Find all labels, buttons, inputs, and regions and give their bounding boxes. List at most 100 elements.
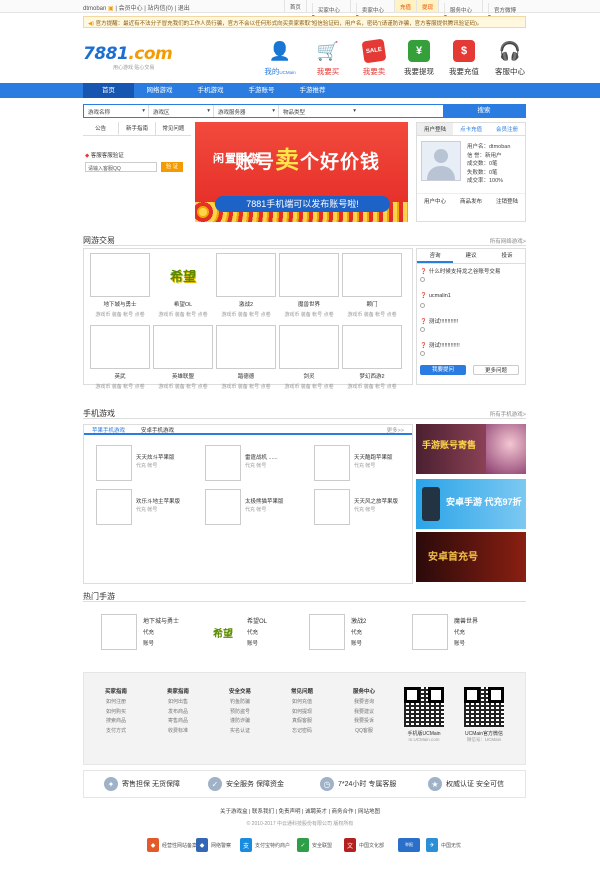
promo-banner[interactable]: 闲置手游账号卖个好价钱 7881手机端可以发布账号啦! — [195, 122, 408, 222]
tab-register[interactable]: 会员注册 — [489, 123, 525, 135]
mobile-games-more[interactable]: 所有手机游戏> — [490, 410, 526, 418]
tab-beginner-guide[interactable]: 新手指南 — [119, 122, 156, 135]
hot-game-item[interactable]: 希望 希望OL 代充 账号 — [205, 614, 310, 658]
cert-item[interactable]: 支支付宝特约商户 — [240, 838, 290, 852]
game-item[interactable]: 颗门 游戏币 装备 帐号 点卷 — [342, 253, 402, 318]
game-item[interactable]: 剑灵 游戏币 装备 帐号 点卷 — [279, 325, 339, 390]
tab-user-login[interactable]: 用户登陆 — [417, 123, 453, 135]
footer-link-sitemap[interactable]: 网站地图 — [358, 809, 380, 815]
game-account[interactable]: 账号 — [351, 639, 362, 647]
game-recharge[interactable]: 代充 — [143, 628, 154, 636]
ask-question-button[interactable]: 我要提问 — [420, 365, 466, 375]
tab-faq[interactable]: 常见问题 — [156, 122, 191, 135]
tab-card-recharge[interactable]: 点卡充值 — [453, 123, 489, 135]
site-logo[interactable]: 7881.com — [83, 44, 173, 64]
footer-link-contact[interactable]: 联系我们 — [252, 809, 274, 815]
qq-input[interactable]: 请输入客服QQ — [85, 162, 157, 172]
footer-link[interactable]: 我要建议 — [340, 708, 388, 718]
game-item[interactable]: 魔兽世界 游戏币 装备 帐号 点卷 — [279, 253, 339, 318]
cert-item[interactable]: ✓ 安全联盟 — [297, 838, 332, 852]
footer-link[interactable]: 搜索商品 — [92, 717, 140, 727]
top-recharge[interactable]: 充值 — [393, 0, 416, 12]
online-games-more[interactable]: 所有网络游戏> — [490, 237, 526, 245]
hot-game-item[interactable]: 激战2 代充 账号 — [309, 614, 414, 658]
avatar[interactable] — [421, 141, 461, 181]
game-account[interactable]: 账号 — [454, 639, 465, 647]
mobile-game-item[interactable]: 雷霆战机 ...... 代充 帐号 — [205, 445, 310, 485]
main-nav-online-games[interactable]: 网络游戏 — [134, 83, 185, 98]
search-button[interactable]: 搜索 — [443, 105, 525, 117]
top-seller-center[interactable]: 卖家中心 ▾ — [349, 0, 394, 20]
top-service-center[interactable]: 服务中心 ▾ — [437, 0, 482, 20]
footer-link-business[interactable]: 商务合作 — [332, 809, 354, 815]
link-logout[interactable]: 退出 — [178, 6, 190, 12]
footer-link[interactable]: 如何提现 — [278, 708, 326, 718]
nav-my-account[interactable]: 👤 我的UCMain — [258, 40, 302, 77]
mobile-game-item[interactable]: 天天炫斗苹果版 代充 帐号 — [96, 445, 201, 485]
nav-withdraw[interactable]: ¥ 我要提现 — [397, 40, 441, 77]
main-nav-mobile-accounts[interactable]: 手游账号 — [236, 83, 287, 98]
select-game-name[interactable]: 游戏名称 ▾ — [84, 105, 149, 117]
game-item[interactable]: 梦幻西游2 游戏币 装备 帐号 点卷 — [342, 325, 402, 390]
mobile-tab-more[interactable]: 更多>> — [379, 425, 412, 434]
footer-link[interactable]: 发布商品 — [154, 708, 202, 718]
game-recharge[interactable]: 代充 — [247, 628, 258, 636]
qa-radio[interactable] — [420, 327, 425, 332]
qa-item[interactable]: ❓ 什么时候支持龙之谷账号交易 — [420, 267, 500, 275]
footer-link[interactable]: 收费标准 — [154, 727, 202, 737]
footer-link[interactable]: 支付方式 — [92, 727, 140, 737]
top-withdraw[interactable]: 提现 — [415, 0, 438, 12]
hot-game-item[interactable]: 地下城与勇士 代充 账号 — [101, 614, 206, 658]
game-item[interactable]: 英雄联盟 游戏币 装备 帐号 点卷 — [153, 325, 213, 390]
tab-android-games[interactable]: 安卓手机游戏 — [133, 425, 182, 434]
nav-recharge[interactable]: $ 我要充值 — [442, 40, 486, 77]
footer-link[interactable]: 如何出售 — [154, 698, 202, 708]
mobile-game-item[interactable]: 天天酷跑苹果版 代充 帐号 — [314, 445, 419, 485]
link-user-center[interactable]: 用户中心 — [424, 197, 446, 205]
link-logout-box[interactable]: 注销登陆 — [496, 197, 518, 205]
select-item-type[interactable]: 物品类型 ▾ — [279, 105, 359, 117]
link-member-center[interactable]: 会员中心 — [119, 6, 143, 12]
game-recharge[interactable]: 代充 — [454, 628, 465, 636]
main-nav-mobile-games[interactable]: 手机游戏 — [185, 83, 236, 98]
footer-link-about[interactable]: 关于游戏盒 — [220, 809, 248, 815]
qa-item[interactable]: ❓ ucmalin1 — [420, 293, 451, 299]
verify-button[interactable]: 验 证 — [161, 162, 183, 172]
mobile-game-item[interactable]: 欢乐斗地主苹果版 代充 帐号 — [96, 489, 201, 529]
top-home[interactable]: 首页 — [283, 0, 306, 12]
tab-consult[interactable]: 咨询 — [417, 249, 453, 263]
footer-link[interactable]: QQ客服 — [340, 727, 388, 737]
tab-complain[interactable]: 投诉 — [489, 249, 525, 263]
footer-link[interactable]: 寄售商品 — [154, 717, 202, 727]
more-questions-button[interactable]: 更多问题 — [473, 365, 519, 375]
qa-radio[interactable] — [420, 277, 425, 282]
footer-link[interactable]: 实名认证 — [216, 727, 264, 737]
qa-radio[interactable] — [420, 303, 425, 308]
tab-ios-games[interactable]: 苹果手机游戏 — [84, 425, 133, 434]
game-account[interactable]: 账号 — [247, 639, 258, 647]
game-item[interactable]: 地下城与勇士 游戏币 装备 帐号 点卷 — [90, 253, 150, 318]
footer-link[interactable]: 如何充值 — [278, 698, 326, 708]
select-game-area[interactable]: 游戏区 ▾ — [149, 105, 214, 117]
footer-link[interactable]: 我要咨询 — [340, 698, 388, 708]
game-item[interactable]: 激战2 游戏币 装备 帐号 点卷 — [216, 253, 276, 318]
mobile-game-item[interactable]: 太极熊猫苹果版 代充 帐号 — [205, 489, 310, 529]
username[interactable]: dtmoban — [83, 6, 106, 12]
game-item[interactable]: 希望 希望OL 游戏币 装备 帐号 点卷 — [153, 253, 213, 318]
footer-link[interactable]: 预防盗号 — [216, 708, 264, 718]
game-account[interactable]: 账号 — [143, 639, 154, 647]
main-nav-mobile-recommend[interactable]: 手游推荐 — [287, 83, 338, 98]
cert-item[interactable]: 举报 — [398, 838, 420, 852]
main-nav-home[interactable]: 首页 — [83, 83, 134, 98]
footer-link[interactable]: 我要投诉 — [340, 717, 388, 727]
nav-buy[interactable]: 🛒 我要买 — [306, 40, 350, 77]
cert-item[interactable]: ✈ 中国无忧 — [426, 838, 461, 852]
tab-announcement[interactable]: 公告 — [83, 122, 120, 135]
link-publish-goods[interactable]: 商品发布 — [460, 197, 482, 205]
cert-item[interactable]: 文中国文化部 — [344, 838, 384, 852]
footer-link[interactable]: 谨防诈骗 — [216, 717, 264, 727]
footer-link[interactable]: 忘记密码 — [278, 727, 326, 737]
nav-sell[interactable]: SALE 我要卖 — [352, 38, 396, 77]
footer-link-jobs[interactable]: 诚聘英才 — [305, 809, 327, 815]
ad-account-consignment[interactable]: 手游账号寄售 — [416, 424, 526, 474]
